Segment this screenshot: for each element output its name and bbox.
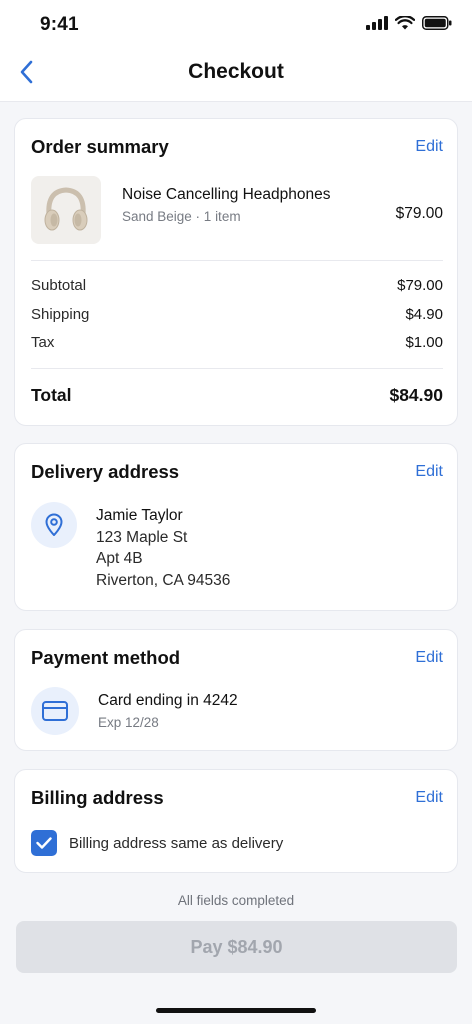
location-pin-icon — [45, 513, 63, 536]
billing-address-title: Billing address — [31, 787, 164, 808]
subtotal-label: Subtotal — [31, 277, 87, 294]
pay-button[interactable]: Pay $84.90 — [16, 921, 457, 973]
total-value: $84.90 — [389, 385, 443, 405]
location-pin-icon-circle — [31, 502, 77, 548]
product-variant: Sand Beige · 1 item — [122, 209, 241, 224]
subtotal-row: Subtotal $79.00 — [31, 277, 443, 294]
recipient-name: Jamie Taylor — [96, 507, 183, 524]
product-thumbnail — [31, 176, 101, 244]
address-line-1: 123 Maple St — [96, 529, 188, 546]
product-price: $79.00 — [395, 205, 443, 222]
order-summary-card: Order summary Edit Noise Cancelling Head… — [14, 118, 458, 426]
status-icons — [366, 16, 452, 30]
payment-method-title: Payment method — [31, 647, 181, 668]
payment-method-card: Payment method Edit Card ending in 4242 … — [14, 629, 458, 751]
tax-value: $1.00 — [405, 334, 443, 351]
total-label: Total — [31, 385, 72, 405]
payment-method-edit-link[interactable]: Edit — [415, 649, 443, 667]
card-ending: Card ending in 4242 — [98, 692, 238, 709]
delivery-address-title: Delivery address — [31, 461, 180, 482]
billing-address-card: Billing address Edit Billing address sam… — [14, 769, 458, 873]
delivery-address-edit-link[interactable]: Edit — [415, 463, 443, 481]
wifi-icon — [395, 16, 415, 30]
completion-status: All fields completed — [177, 893, 295, 908]
status-time: 9:41 — [40, 14, 79, 35]
order-summary-title: Order summary — [31, 136, 169, 157]
billing-same-checkbox[interactable] — [31, 830, 57, 856]
order-summary-edit-link[interactable]: Edit — [415, 138, 443, 156]
product-name: Noise Cancelling Headphones — [122, 186, 331, 203]
card-expiry: Exp 12/28 — [98, 715, 159, 730]
status-bar: 9:41 — [0, 0, 472, 48]
credit-card-icon — [42, 701, 68, 721]
nav-bar: Checkout — [0, 48, 472, 102]
subtotal-value: $79.00 — [397, 277, 443, 294]
page-title: Checkout — [188, 60, 284, 83]
shipping-label: Shipping — [31, 306, 90, 323]
address-line-2: Apt 4B — [96, 550, 143, 567]
total-row: Total $84.90 — [31, 385, 443, 406]
battery-icon — [422, 16, 452, 30]
tax-label: Tax — [31, 334, 55, 351]
billing-same-label[interactable]: Billing address same as delivery — [69, 835, 283, 852]
shipping-row: Shipping $4.90 — [31, 306, 443, 323]
shipping-value: $4.90 — [405, 306, 443, 323]
home-indicator — [156, 1008, 316, 1013]
delivery-address-card: Delivery address Edit Jamie Taylor 123 M… — [14, 443, 458, 611]
billing-address-edit-link[interactable]: Edit — [415, 789, 443, 807]
credit-card-icon-circle — [31, 687, 79, 735]
total-divider — [31, 368, 443, 369]
tax-row: Tax $1.00 — [31, 334, 443, 351]
checkmark-icon — [36, 837, 52, 849]
summary-divider — [31, 260, 443, 261]
headphones-image — [44, 187, 88, 231]
address-line-3: Riverton, CA 94536 — [96, 572, 231, 589]
cellular-signal-icon — [366, 16, 388, 30]
